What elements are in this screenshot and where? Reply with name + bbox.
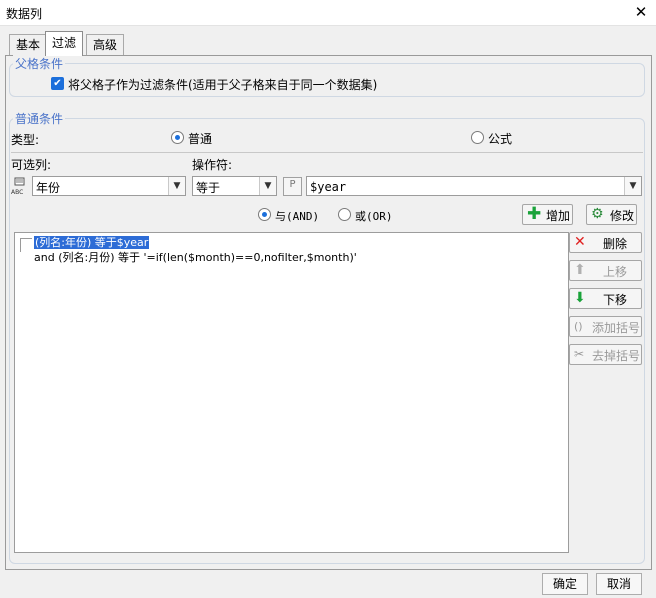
column-select-value: 年份 xyxy=(36,181,61,195)
edit-gear-icon: ⚙ xyxy=(591,206,604,222)
param-type-button[interactable]: P xyxy=(283,177,302,196)
close-icon[interactable]: ✕ xyxy=(632,2,650,22)
column-label: 可选列: xyxy=(11,158,52,172)
plus-icon: ✚ xyxy=(527,204,542,224)
type-formula-radio[interactable] xyxy=(471,131,484,144)
modify-condition-button[interactable]: ⚙ 修改 xyxy=(586,204,637,225)
logic-and-radio[interactable] xyxy=(258,208,271,221)
delete-icon: ✕ xyxy=(574,234,586,250)
condition-row[interactable]: and (列名:月份) 等于 '=if(len($month)==0,nofil… xyxy=(34,249,357,265)
ok-button[interactable]: 确定 xyxy=(542,573,588,595)
column-select[interactable]: 年份 ▼ xyxy=(32,176,186,196)
remove-bracket-button[interactable]: ✂ 去掉括号 xyxy=(569,344,642,365)
checkmark-icon: ✔ xyxy=(53,78,62,89)
add-bracket-button[interactable]: () 添加括号 xyxy=(569,316,642,337)
condition-text: (列名:年份) 等于$year xyxy=(34,236,150,249)
parent-condition-checkbox-label: 将父格子作为过滤条件(适用于父子格来自于同一个数据集) xyxy=(68,78,378,92)
bracket-indicator xyxy=(20,238,32,252)
type-normal-radio[interactable] xyxy=(171,131,184,144)
normal-condition-legend: 普通条件 xyxy=(13,110,66,127)
arrow-up-icon: ⬆ xyxy=(574,262,586,278)
operator-select-value: 等于 xyxy=(196,181,221,195)
parent-condition-legend: 父格条件 xyxy=(13,55,66,72)
tab-basic[interactable]: 基本 xyxy=(9,34,48,55)
chevron-down-icon: ▼ xyxy=(259,177,276,195)
operator-select[interactable]: 等于 ▼ xyxy=(192,176,277,196)
value-input[interactable]: $year ▼ xyxy=(306,176,642,196)
tab-advanced[interactable]: 高级 xyxy=(86,34,125,55)
logic-or-label: 或(OR) xyxy=(355,210,393,223)
title-bar xyxy=(0,0,656,26)
tab-filter[interactable]: 过滤 xyxy=(45,31,84,56)
condition-text: (列名:月份) 等于 '=if(len($month)==0,nofilter,… xyxy=(58,251,357,264)
arrow-down-icon: ⬇ xyxy=(574,290,586,306)
remove-bracket-icon: ✂ xyxy=(574,347,585,361)
operator-label: 操作符: xyxy=(192,158,233,172)
condition-list[interactable]: (列名:年份) 等于$year and (列名:月份) 等于 '=if(len(… xyxy=(14,232,569,553)
delete-button[interactable]: ✕ 删除 xyxy=(569,232,642,253)
add-bracket-icon: () xyxy=(574,320,583,333)
separator xyxy=(11,152,643,153)
type-label: 类型: xyxy=(11,133,40,147)
chevron-down-icon: ▼ xyxy=(168,177,185,195)
svg-text:ABC: ABC xyxy=(11,189,23,195)
logic-and-label: 与(AND) xyxy=(275,210,320,223)
type-formula-label: 公式 xyxy=(488,132,513,146)
param-badge-icon: P xyxy=(289,179,296,190)
parent-condition-checkbox[interactable]: ✔ xyxy=(51,77,64,90)
type-normal-label: 普通 xyxy=(188,132,213,146)
move-down-button[interactable]: ⬇ 下移 xyxy=(569,288,642,309)
move-up-button[interactable]: ⬆ 上移 xyxy=(569,260,642,281)
chevron-down-icon: ▼ xyxy=(624,177,641,195)
condition-row[interactable]: (列名:年份) 等于$year xyxy=(34,234,150,250)
column-type-icon: ABC xyxy=(11,177,31,196)
logic-or-radio[interactable] xyxy=(338,208,351,221)
value-input-text: $year xyxy=(310,180,347,194)
window-title: 数据列 xyxy=(6,7,43,21)
add-condition-button[interactable]: ✚ 增加 xyxy=(522,204,573,225)
cancel-button[interactable]: 取消 xyxy=(596,573,642,595)
condition-prefix: and xyxy=(34,251,59,264)
